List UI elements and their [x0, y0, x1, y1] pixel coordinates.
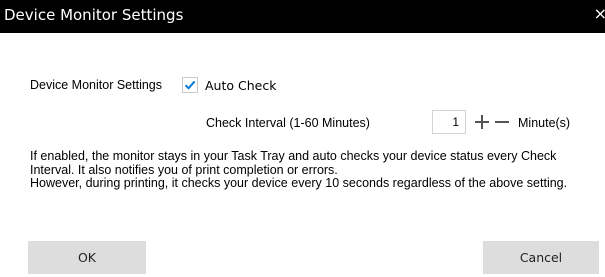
- title-bar: Device Monitor Settings ×: [0, 0, 605, 33]
- check-interval-input[interactable]: 1: [432, 110, 466, 134]
- close-icon[interactable]: ×: [594, 4, 605, 23]
- cancel-button[interactable]: Cancel: [483, 241, 599, 274]
- description-line-1: If enabled, the monitor stays in your Ta…: [30, 149, 557, 177]
- description-text: If enabled, the monitor stays in your Ta…: [30, 149, 602, 191]
- increment-plus-icon[interactable]: [472, 110, 492, 134]
- auto-check-label[interactable]: Auto Check: [205, 78, 276, 93]
- check-interval-label: Check Interval (1-60 Minutes): [206, 116, 370, 130]
- ok-button[interactable]: OK: [28, 241, 146, 274]
- device-monitor-settings-label: Device Monitor Settings: [30, 78, 163, 92]
- interval-unit-label: Minute(s): [518, 116, 571, 130]
- auto-check-checkbox[interactable]: [182, 77, 198, 93]
- decrement-minus-icon[interactable]: [492, 110, 512, 134]
- checkmark-icon: [184, 80, 196, 90]
- window-title: Device Monitor Settings: [4, 6, 184, 24]
- description-line-2: However, during printing, it checks your…: [30, 176, 568, 190]
